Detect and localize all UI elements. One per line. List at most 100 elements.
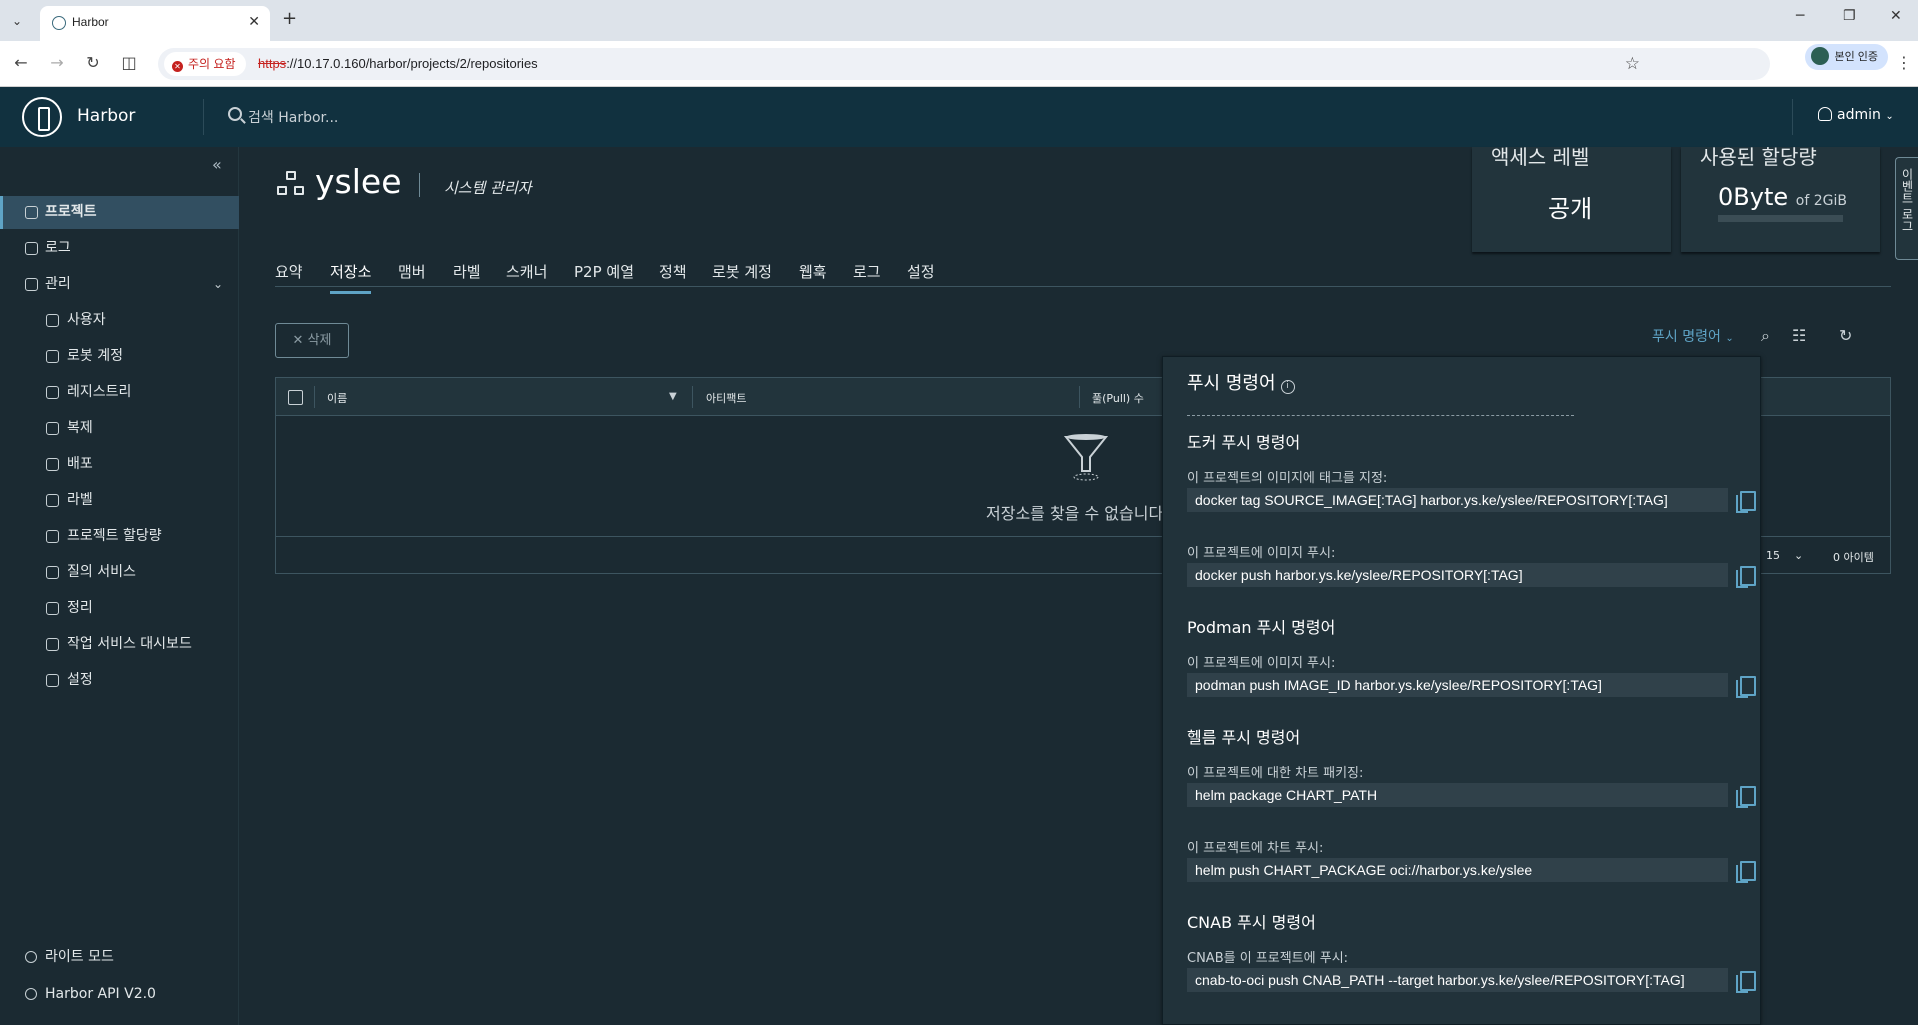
- harbor-favicon-icon: [52, 16, 66, 30]
- sidebar-item-clean-up[interactable]: 정리: [0, 592, 239, 625]
- tab-robot-accounts[interactable]: 로봇 계정: [712, 261, 772, 282]
- docker-tag-command[interactable]: docker tag SOURCE_IMAGE[:TAG] harbor.ys.…: [1187, 488, 1728, 512]
- split-view-icon[interactable]: ◫: [118, 53, 140, 72]
- copy-icon[interactable]: [1736, 971, 1756, 993]
- docker-push-command[interactable]: docker push harbor.ys.ke/yslee/REPOSITOR…: [1187, 563, 1728, 587]
- sidebar-item-interrogation-services[interactable]: 질의 서비스: [0, 556, 239, 589]
- delete-button[interactable]: ✕ 삭제: [275, 323, 349, 358]
- minimize-icon[interactable]: ─: [1796, 8, 1804, 24]
- url-path: ://10.17.0.160/harbor/projects/2/reposit…: [286, 56, 538, 71]
- sidebar-item-job-service-dashboard[interactable]: 작업 서비스 대시보드: [0, 628, 239, 661]
- column-artifacts[interactable]: 아티팩트: [706, 390, 746, 406]
- light-mode-toggle[interactable]: 라이트 모드: [0, 942, 239, 972]
- search-icon[interactable]: ⌕: [1761, 326, 1770, 346]
- command-label: CNAB를 이 프로젝트에 푸시:: [1187, 951, 1349, 966]
- sidebar-item-label: 질의 서비스: [67, 564, 136, 580]
- harbor-logo[interactable]: [22, 97, 62, 137]
- view-toggle-icon[interactable]: ☷: [1792, 326, 1806, 345]
- back-icon[interactable]: ←: [10, 53, 32, 72]
- copy-icon[interactable]: [1736, 491, 1756, 513]
- restore-icon[interactable]: ❐: [1843, 8, 1856, 24]
- sidebar-item-label: 프로젝트: [45, 204, 97, 220]
- gear-icon: [46, 674, 59, 687]
- tab-labels[interactable]: 라벨: [453, 261, 481, 282]
- sidebar-item-logs[interactable]: 로그: [0, 232, 239, 265]
- copy-icon[interactable]: [1736, 861, 1756, 883]
- select-all-checkbox[interactable]: [288, 390, 303, 405]
- filter-icon[interactable]: ▼: [669, 391, 677, 402]
- browser-tab[interactable]: Harbor ✕: [40, 6, 270, 41]
- sidebar-item-distribution[interactable]: 배포: [0, 448, 239, 481]
- new-tab-button[interactable]: +: [282, 8, 297, 29]
- sidebar-item-registries[interactable]: 레지스트리: [0, 376, 239, 409]
- profile-button[interactable]: 본인 인증: [1805, 44, 1888, 70]
- tab-members[interactable]: 맴버: [398, 261, 426, 282]
- tab-configuration[interactable]: 설정: [907, 261, 935, 282]
- interrogation-icon: [46, 566, 59, 579]
- api-explorer-link[interactable]: Harbor API V2.0: [0, 979, 239, 1009]
- user-name: admin: [1837, 107, 1881, 123]
- helm-package-command[interactable]: helm package CHART_PATH: [1187, 783, 1728, 807]
- security-warning-chip[interactable]: ✕ 주의 요함: [164, 52, 246, 76]
- sidebar-item-labels[interactable]: 라벨: [0, 484, 239, 517]
- sidebar-item-label: 복제: [67, 420, 93, 436]
- push-panel-title-text: 푸시 명령어: [1187, 373, 1276, 394]
- copy-icon[interactable]: [1736, 786, 1756, 808]
- sidebar-item-users[interactable]: 사용자: [0, 304, 239, 337]
- push-panel-title: 푸시 명령어 i: [1187, 369, 1295, 395]
- tab-scanner[interactable]: 스캐너: [506, 261, 547, 282]
- page-size-select[interactable]: 15 ⌄: [1766, 549, 1803, 562]
- tab-webhooks[interactable]: 웹훅: [799, 261, 827, 282]
- projects-icon: [25, 206, 38, 219]
- user-menu[interactable]: admin ⌄: [1818, 107, 1894, 123]
- helm-push-command[interactable]: helm push CHART_PACKAGE oci://harbor.ys.…: [1187, 858, 1728, 882]
- sidebar-item-configuration[interactable]: 설정: [0, 664, 239, 697]
- cnab-push-command[interactable]: cnab-to-oci push CNAB_PATH --target harb…: [1187, 968, 1728, 992]
- brand-name[interactable]: Harbor: [77, 106, 135, 126]
- refresh-icon[interactable]: ↻: [1839, 326, 1852, 345]
- access-level-title: 액세스 레벨: [1491, 145, 1590, 169]
- sidebar-item-replication[interactable]: 복제: [0, 412, 239, 445]
- sidebar-item-project-quotas[interactable]: 프로젝트 할당량: [0, 520, 239, 553]
- tab-p2p-preheat[interactable]: P2P 예열: [574, 261, 634, 282]
- column-divider: [692, 386, 693, 408]
- browser-menu-icon[interactable]: ⋮: [1896, 53, 1912, 72]
- sidebar: « 프로젝트 로그 관리 ⌄ 사용자 로봇 계정 레지스트리 복제 배포 라벨 …: [0, 147, 239, 1025]
- reload-icon[interactable]: ↻: [82, 53, 104, 72]
- tab-policy[interactable]: 정책: [659, 261, 687, 282]
- column-pulls[interactable]: 풀(Pull) 수: [1092, 390, 1144, 406]
- window-close-icon[interactable]: ✕: [1890, 8, 1902, 24]
- push-command-dropdown[interactable]: 푸시 명령어 ⌄: [1652, 326, 1734, 346]
- push-command-label: 푸시 명령어: [1652, 329, 1721, 345]
- tab-repositories[interactable]: 저장소: [330, 261, 372, 294]
- users-icon: [46, 314, 59, 327]
- global-search-input[interactable]: 검색 Harbor...: [248, 107, 338, 127]
- column-divider: [1079, 386, 1080, 408]
- column-name[interactable]: 이름: [327, 390, 347, 406]
- sidebar-item-label: 작업 서비스 대시보드: [67, 636, 192, 652]
- delete-label: 삭제: [307, 333, 332, 348]
- bookmark-star-icon[interactable]: ☆: [1625, 54, 1640, 74]
- collapse-sidebar-icon[interactable]: «: [212, 155, 222, 174]
- sidebar-item-robot-accounts[interactable]: 로봇 계정: [0, 340, 239, 373]
- tab-summary[interactable]: 요약: [275, 261, 303, 282]
- tab-list-chevron-icon[interactable]: ⌄: [6, 10, 28, 32]
- tab-close-icon[interactable]: ✕: [248, 14, 260, 30]
- divider: [1187, 415, 1574, 416]
- info-icon[interactable]: i: [1280, 380, 1295, 394]
- user-icon: [1818, 107, 1832, 121]
- sidebar-item-label: 사용자: [67, 312, 106, 328]
- url-text[interactable]: https://10.17.0.160/harbor/projects/2/re…: [258, 56, 538, 71]
- tab-logs[interactable]: 로그: [853, 261, 881, 282]
- copy-icon[interactable]: [1736, 676, 1756, 698]
- sidebar-item-admin[interactable]: 관리 ⌄: [0, 268, 239, 301]
- copy-icon[interactable]: [1736, 566, 1756, 588]
- address-bar[interactable]: ✕ 주의 요함 https://10.17.0.160/harbor/projec…: [158, 48, 1770, 80]
- url-scheme: https: [258, 56, 287, 71]
- project-name: yslee: [315, 162, 402, 201]
- forward-icon[interactable]: →: [46, 53, 68, 72]
- sidebar-item-projects[interactable]: 프로젝트: [0, 196, 239, 229]
- event-log-tab[interactable]: 이벤트 로그: [1895, 157, 1918, 260]
- podman-push-command[interactable]: podman push IMAGE_ID harbor.ys.ke/yslee/…: [1187, 673, 1728, 697]
- search-icon: [228, 107, 242, 121]
